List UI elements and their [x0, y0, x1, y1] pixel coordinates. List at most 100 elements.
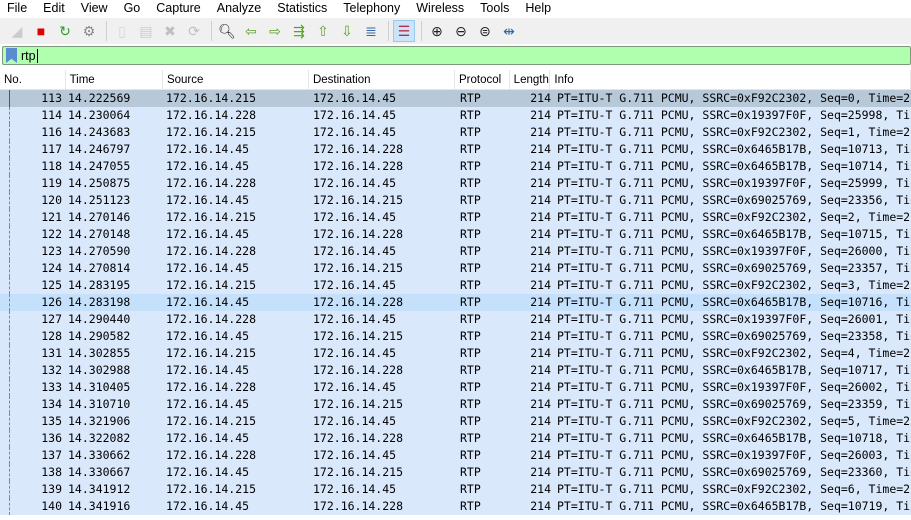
- packet-row[interactable]: 139 14.341912 172.16.14.215 172.16.14.45 RTP…: [0, 481, 911, 498]
- menu-view[interactable]: View: [73, 0, 116, 17]
- tree-line: [9, 481, 10, 498]
- cell-time: 14.222569: [68, 91, 131, 105]
- save-file-icon[interactable]: ▤: [135, 20, 157, 42]
- cell-info: PT=ITU-T G.711 PCMU, SSRC=0x69025769, Se…: [557, 193, 911, 207]
- filter-bookmark-icon[interactable]: [6, 48, 17, 63]
- shark-fin-start-icon[interactable]: ◢: [6, 20, 28, 42]
- zoom-in-icon[interactable]: ⊕: [426, 20, 448, 42]
- close-file-icon[interactable]: ✖: [159, 20, 181, 42]
- cell-length: 214: [530, 125, 551, 139]
- tree-line: [9, 158, 10, 175]
- column-header-info[interactable]: Info: [550, 70, 911, 90]
- packet-row[interactable]: 124 14.270814 172.16.14.45 172.16.14.215 RTP…: [0, 260, 911, 277]
- packet-row[interactable]: 131 14.302855 172.16.14.215 172.16.14.45 RTP…: [0, 345, 911, 362]
- cell-length: 214: [530, 448, 551, 462]
- packet-row[interactable]: 126 14.283198 172.16.14.45 172.16.14.228 RTP…: [0, 294, 911, 311]
- cell-length: 214: [530, 363, 551, 377]
- column-header-destination[interactable]: Destination: [309, 70, 456, 90]
- cell-time: 14.321906: [68, 414, 131, 428]
- packet-row[interactable]: 118 14.247055 172.16.14.45 172.16.14.228 RTP…: [0, 158, 911, 175]
- column-header-length[interactable]: Length: [510, 70, 551, 90]
- capture-options-icon[interactable]: ⚙: [78, 20, 100, 42]
- packet-row[interactable]: 135 14.321906 172.16.14.215 172.16.14.45 RTP…: [0, 413, 911, 430]
- cell-info: PT=ITU-T G.711 PCMU, SSRC=0x19397F0F, Se…: [557, 448, 911, 462]
- packet-row[interactable]: 122 14.270148 172.16.14.45 172.16.14.228 RTP…: [0, 226, 911, 243]
- cell-source: 172.16.14.228: [166, 176, 257, 190]
- cell-info: PT=ITU-T G.711 PCMU, SSRC=0x19397F0F, Se…: [557, 312, 911, 326]
- cell-info: PT=ITU-T G.711 PCMU, SSRC=0xF92C2302, Se…: [557, 91, 911, 105]
- cell-time: 14.290440: [68, 312, 131, 326]
- display-filter-input[interactable]: rtp: [21, 48, 38, 63]
- packet-row[interactable]: 133 14.310405 172.16.14.228 172.16.14.45 RTP…: [0, 379, 911, 396]
- open-file-icon[interactable]: ▯: [111, 20, 133, 42]
- go-back-icon[interactable]: ⇦: [240, 20, 262, 42]
- zoom-out-icon[interactable]: ⊖: [450, 20, 472, 42]
- menu-wireless[interactable]: Wireless: [408, 0, 472, 17]
- tree-line: [9, 243, 10, 260]
- go-to-packet-icon[interactable]: ⇶: [288, 20, 310, 42]
- menu-telephony[interactable]: Telephony: [335, 0, 408, 17]
- cell-info: PT=ITU-T G.711 PCMU, SSRC=0x6465B17B, Se…: [557, 431, 911, 445]
- packet-row[interactable]: 128 14.290582 172.16.14.45 172.16.14.215 RTP…: [0, 328, 911, 345]
- packet-row[interactable]: 136 14.322082 172.16.14.45 172.16.14.228 RTP…: [0, 430, 911, 447]
- menu-file[interactable]: File: [0, 0, 35, 17]
- find-packet-icon[interactable]: 🔍︎: [216, 20, 238, 42]
- cell-time: 14.310710: [68, 397, 131, 411]
- cell-info: PT=ITU-T G.711 PCMU, SSRC=0x19397F0F, Se…: [557, 108, 911, 122]
- cell-source: 172.16.14.45: [166, 142, 250, 156]
- go-forward-icon[interactable]: ⇨: [264, 20, 286, 42]
- packet-row[interactable]: 132 14.302988 172.16.14.45 172.16.14.228 RTP…: [0, 362, 911, 379]
- autoscroll-icon[interactable]: ≣: [360, 20, 382, 42]
- packet-row[interactable]: 120 14.251123 172.16.14.45 172.16.14.215 RTP…: [0, 192, 911, 209]
- cell-protocol: RTP: [460, 329, 481, 343]
- packet-row[interactable]: 114 14.230064 172.16.14.228 172.16.14.45 RTP…: [0, 107, 911, 124]
- cell-info: PT=ITU-T G.711 PCMU, SSRC=0x6465B17B, Se…: [557, 295, 911, 309]
- menu-analyze[interactable]: Analyze: [209, 0, 269, 17]
- stop-capture-icon[interactable]: ■: [30, 20, 52, 42]
- packet-row[interactable]: 121 14.270146 172.16.14.215 172.16.14.45 RTP…: [0, 209, 911, 226]
- cell-time: 14.250875: [68, 176, 131, 190]
- packet-row[interactable]: 138 14.330667 172.16.14.45 172.16.14.215 RTP…: [0, 464, 911, 481]
- packet-row[interactable]: 134 14.310710 172.16.14.45 172.16.14.215 RTP…: [0, 396, 911, 413]
- menu-help[interactable]: Help: [517, 0, 559, 17]
- colorize-icon[interactable]: ☰: [393, 20, 415, 42]
- packet-row[interactable]: 113 14.222569 172.16.14.215 172.16.14.45 RTP…: [0, 90, 911, 107]
- tree-line: [9, 277, 10, 294]
- first-packet-icon[interactable]: ⇧: [312, 20, 334, 42]
- menu-tools[interactable]: Tools: [472, 0, 517, 17]
- packet-row[interactable]: 116 14.243683 172.16.14.215 172.16.14.45 RTP…: [0, 124, 911, 141]
- tree-line: [9, 430, 10, 447]
- column-header-no[interactable]: No.: [0, 70, 66, 90]
- menu-go[interactable]: Go: [116, 0, 149, 17]
- menu-statistics[interactable]: Statistics: [269, 0, 335, 17]
- cell-destination: 172.16.14.45: [313, 91, 397, 105]
- tree-line: [9, 396, 10, 413]
- packet-row[interactable]: 123 14.270590 172.16.14.228 172.16.14.45 RTP…: [0, 243, 911, 260]
- packet-row[interactable]: 137 14.330662 172.16.14.228 172.16.14.45 RTP…: [0, 447, 911, 464]
- menu-edit[interactable]: Edit: [35, 0, 73, 17]
- cell-destination: 172.16.14.45: [313, 448, 397, 462]
- last-packet-icon[interactable]: ⇩: [336, 20, 358, 42]
- cell-source: 172.16.14.45: [166, 329, 250, 343]
- packet-list[interactable]: No. Time Source Destination Protocol Length In…: [0, 70, 911, 520]
- packet-row[interactable]: 127 14.290440 172.16.14.228 172.16.14.45 RTP…: [0, 311, 911, 328]
- packet-row[interactable]: 117 14.246797 172.16.14.45 172.16.14.228 RTP…: [0, 141, 911, 158]
- packet-row[interactable]: 140 14.341916 172.16.14.45 172.16.14.228 RTP…: [0, 498, 911, 515]
- cell-source: 172.16.14.45: [166, 159, 250, 173]
- resize-columns-icon[interactable]: ⇹: [498, 20, 520, 42]
- zoom-normal-icon[interactable]: ⊜: [474, 20, 496, 42]
- reload-file-icon[interactable]: ⟳: [183, 20, 205, 42]
- menu-capture[interactable]: Capture: [148, 0, 208, 17]
- column-header-source[interactable]: Source: [163, 70, 309, 90]
- display-filter-bar[interactable]: rtp: [2, 46, 911, 65]
- cell-protocol: RTP: [460, 108, 481, 122]
- column-header-protocol[interactable]: Protocol: [455, 70, 510, 90]
- packet-row[interactable]: 119 14.250875 172.16.14.228 172.16.14.45 RTP…: [0, 175, 911, 192]
- packet-row[interactable]: 125 14.283195 172.16.14.215 172.16.14.45 RTP…: [0, 277, 911, 294]
- cell-protocol: RTP: [460, 431, 481, 445]
- cell-source: 172.16.14.45: [166, 261, 250, 275]
- cell-length: 214: [530, 482, 551, 496]
- restart-capture-icon[interactable]: ↻: [54, 20, 76, 42]
- cell-time: 14.330667: [68, 465, 131, 479]
- column-header-time[interactable]: Time: [66, 70, 163, 90]
